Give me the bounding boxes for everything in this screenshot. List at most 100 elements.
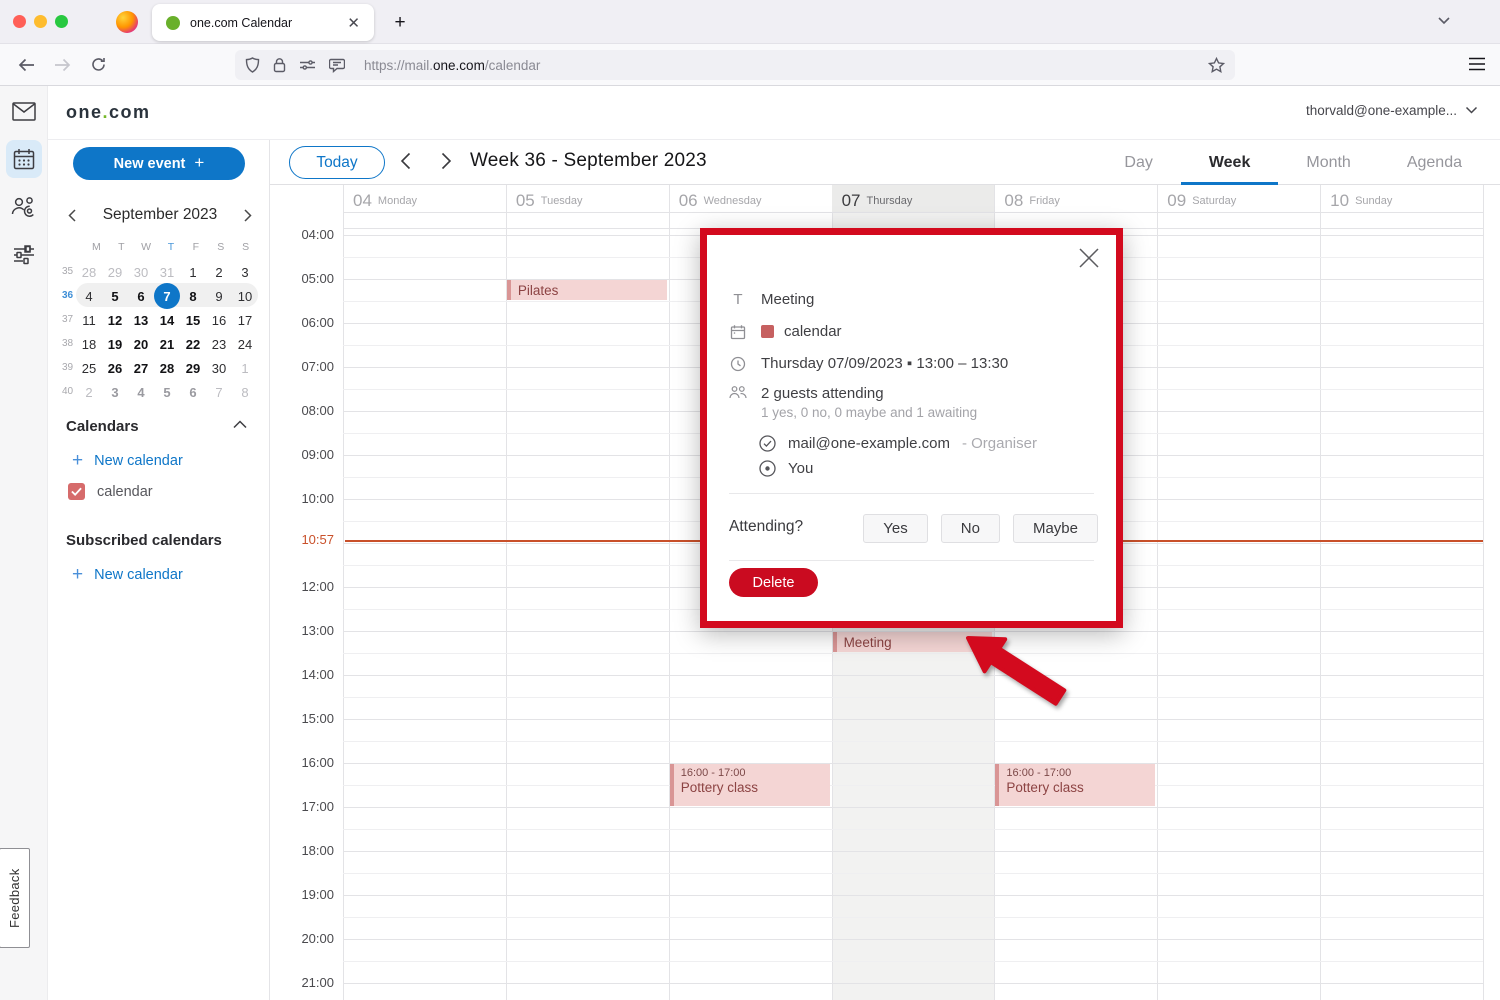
day-header-wednesday[interactable]: 06Wednesday [669,185,832,212]
mini-cal-next-icon[interactable] [238,209,258,222]
hour-line [343,763,1483,764]
modal-close-icon[interactable] [1078,247,1100,269]
mini-cal-day[interactable]: 18 [76,331,102,357]
mini-cal-day[interactable]: 21 [154,331,180,357]
mini-cal-day[interactable]: 4 [76,283,102,309]
delete-button[interactable]: Delete [729,568,818,597]
day-header-tuesday[interactable]: 05Tuesday [506,185,669,212]
calendar-icon[interactable] [13,148,35,170]
url-bar[interactable]: https://mail.one.com/calendar [235,50,1235,80]
mini-cal-day[interactable]: 30 [206,355,232,381]
mini-cal-day[interactable]: 10 [232,283,258,309]
mini-cal-day[interactable]: 5 [154,379,180,405]
new-tab-button[interactable]: + [386,9,414,37]
mini-cal-day[interactable]: 13 [128,307,154,333]
mini-cal-day[interactable]: 8 [180,283,206,309]
day-header-monday[interactable]: 04Monday [343,185,506,212]
bookmark-star-icon[interactable] [1208,57,1225,74]
close-window-button[interactable] [13,15,26,28]
mini-cal-day[interactable]: 11 [76,307,102,333]
today-button[interactable]: Today [289,146,385,179]
new-calendar-link[interactable]: + New calendar [72,450,183,472]
contacts-icon[interactable] [11,194,37,218]
tab-list-chevron-icon[interactable] [1436,12,1452,28]
mini-cal-day[interactable]: 23 [206,331,232,357]
mini-cal-day[interactable]: 9 [206,283,232,309]
firefox-icon[interactable] [116,11,138,33]
mini-cal-day[interactable]: 22 [180,331,206,357]
mini-cal-day[interactable]: 12 [102,307,128,333]
mini-cal-day[interactable]: 5 [102,283,128,309]
mini-cal-day[interactable]: 16 [206,307,232,333]
mini-cal-day[interactable]: 25 [76,355,102,381]
mini-cal-day[interactable]: 7 [154,283,180,309]
rsvp-maybe-button[interactable]: Maybe [1013,514,1098,543]
day-name: Tuesday [541,194,583,209]
mini-cal-day[interactable]: 3 [102,379,128,405]
day-header-sunday[interactable]: 10Sunday [1320,185,1483,212]
mini-cal-day[interactable]: 19 [102,331,128,357]
mini-cal-prev-icon[interactable] [62,209,82,222]
view-tab-month[interactable]: Month [1278,140,1378,185]
view-tab-week[interactable]: Week [1181,140,1279,185]
event-pilates[interactable]: Pilates [507,280,667,300]
day-header-friday[interactable]: 08Friday [994,185,1157,212]
view-tab-day[interactable]: Day [1096,140,1180,185]
mini-cal-day[interactable]: 1 [180,259,206,285]
mini-cal-day[interactable]: 27 [128,355,154,381]
mini-cal-day[interactable]: 4 [128,379,154,405]
view-tab-agenda[interactable]: Agenda [1379,140,1490,185]
mini-cal-day[interactable]: 15 [180,307,206,333]
mail-icon[interactable] [12,102,36,121]
settings-sliders-icon[interactable] [12,242,36,266]
mini-cal-day[interactable]: 28 [154,355,180,381]
day-header-saturday[interactable]: 09Saturday [1157,185,1320,212]
mini-cal-day[interactable]: 8 [232,379,258,405]
tab-close-icon[interactable]: ✕ [343,12,364,34]
mini-cal-day[interactable]: 7 [206,379,232,405]
minimize-window-button[interactable] [34,15,47,28]
mini-cal-day[interactable]: 2 [206,259,232,285]
event-meeting[interactable]: Meeting [833,632,993,652]
prev-week-icon[interactable] [400,152,411,170]
calendar-checkbox[interactable] [68,483,85,500]
new-event-button[interactable]: New event+ [73,147,245,180]
mini-cal-day[interactable]: 2 [76,379,102,405]
collapse-chevron-icon[interactable] [233,420,247,429]
mini-cal-day[interactable]: 3 [232,259,258,285]
day-header-thursday[interactable]: 07Thursday [832,185,995,212]
mini-cal-day[interactable]: 24 [232,331,258,357]
mini-cal-day[interactable]: 6 [128,283,154,309]
one-com-logo: one.com [66,102,151,123]
mini-cal-day[interactable]: 30 [128,259,154,285]
mini-cal-day[interactable]: 20 [128,331,154,357]
page-actions-bubble-icon[interactable] [329,58,345,73]
shield-icon[interactable] [245,57,260,73]
mini-cal-day[interactable]: 29 [180,355,206,381]
zoom-window-button[interactable] [55,15,68,28]
mini-cal-day[interactable]: 29 [102,259,128,285]
back-button[interactable] [10,51,42,79]
rsvp-no-button[interactable]: No [941,514,1000,543]
forward-button[interactable] [46,51,78,79]
mini-cal-day[interactable]: 14 [154,307,180,333]
hour-label: 08:00 [270,403,334,418]
feedback-button[interactable]: Feedback [0,848,30,948]
next-week-icon[interactable] [441,152,452,170]
new-subscribed-calendar-link[interactable]: + New calendar [72,564,183,586]
mini-cal-day[interactable]: 17 [232,307,258,333]
permissions-icon[interactable] [299,59,316,71]
reload-button[interactable] [82,51,114,79]
event-pottery-class[interactable]: 16:00 - 17:00Pottery class [995,764,1155,806]
mini-cal-day[interactable]: 6 [180,379,206,405]
menu-hamburger-icon[interactable] [1468,57,1486,71]
rsvp-yes-button[interactable]: Yes [863,514,927,543]
mini-cal-day[interactable]: 26 [102,355,128,381]
lock-icon[interactable] [273,57,286,73]
browser-tab[interactable]: one.com Calendar ✕ [152,4,374,41]
event-pottery-class[interactable]: 16:00 - 17:00Pottery class [670,764,830,806]
mini-cal-day[interactable]: 1 [232,355,258,381]
account-menu[interactable]: thorvald@one-example... [1306,103,1478,118]
mini-cal-day[interactable]: 28 [76,259,102,285]
mini-cal-day[interactable]: 31 [154,259,180,285]
